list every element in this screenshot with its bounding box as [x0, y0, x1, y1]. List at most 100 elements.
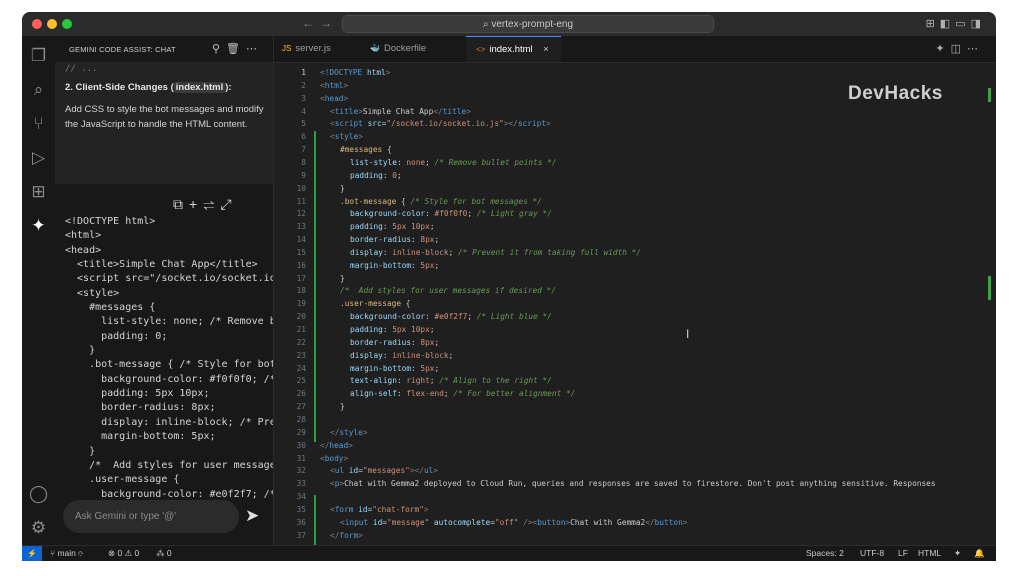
code-line[interactable]: /* Add styles for user messages if desir… — [340, 286, 556, 295]
code-line[interactable]: <p>Chat with Gemma2 deployed to Cloud Ru… — [330, 479, 936, 488]
code-line[interactable]: <style> — [330, 132, 363, 141]
forward-arrow-icon[interactable]: → — [320, 16, 332, 30]
html-file-icon: <> — [476, 45, 486, 54]
code-line[interactable]: <form id="chat-form"> — [330, 505, 429, 514]
code-line[interactable]: display: inline-block; /* Prevent it fro… — [350, 248, 641, 257]
command-center-search[interactable]: ⌕ vertex-prompt-eng — [342, 15, 714, 33]
code-line[interactable]: </style> — [330, 428, 368, 437]
code-line[interactable]: padding: 5px 10px; — [350, 222, 435, 231]
code-line[interactable]: display: inline-block; — [350, 351, 453, 360]
code-line[interactable]: margin-bottom: 5px; — [350, 364, 439, 373]
code-line[interactable]: list-style: none; /* Remove bullet point… — [350, 158, 557, 167]
chat-input[interactable]: Ask Gemini or type '@' — [63, 500, 239, 533]
code-line[interactable]: } — [340, 274, 345, 283]
code-line[interactable]: background-color: #f0f0f0; /* Light gray… — [350, 209, 552, 218]
code-line[interactable]: .user-message { — [340, 299, 410, 308]
scrollbar-marker — [988, 276, 991, 300]
chat-code-line: <script src="/socket.io/socket.io — [65, 273, 274, 285]
line-number: 32 — [296, 466, 306, 476]
code-line[interactable]: .bot-message { /* Style for bot messages… — [340, 197, 542, 206]
copy-icon[interactable]: ⧉ — [173, 196, 189, 212]
notifications-icon[interactable]: 🔔 — [974, 548, 985, 559]
insert-icon[interactable]: + — [189, 196, 203, 212]
back-arrow-icon[interactable]: ← — [302, 16, 314, 30]
remote-indicator-icon[interactable]: ⚡ — [22, 546, 42, 561]
maximize-window-button[interactable] — [62, 19, 72, 29]
code-line[interactable]: <body> — [320, 454, 348, 463]
line-number: 20 — [296, 312, 306, 322]
code-line[interactable]: <title>Simple Chat App</title> — [330, 107, 471, 116]
previous-code-fragment: // ... — [65, 64, 98, 74]
chat-code-line: list-style: none; /* Remove b — [65, 316, 274, 328]
code-line[interactable]: text-align: right; /* Align to the right… — [350, 376, 552, 385]
status-bar: ⚡ ⑂ main ⟳ ⊗ 0 ⚠ 0 ⁂ 0 Spaces: 2 UTF-8 L… — [22, 545, 996, 561]
indentation-status[interactable]: Spaces: 2 — [806, 548, 844, 558]
code-line[interactable]: border-radius: 8px; — [350, 338, 439, 347]
chat-code-line: } — [65, 345, 96, 357]
code-line[interactable]: padding: 0; — [350, 171, 402, 180]
file-highlight: index.html — [173, 82, 226, 93]
line-number: 25 — [296, 376, 306, 386]
chat-header: GEMINI CODE ASSIST: CHAT ⚲🗑⋯ — [55, 36, 273, 62]
line-number: 22 — [296, 337, 306, 347]
line-number: 1 — [301, 68, 306, 77]
ports-status[interactable]: ⁂ 0 — [156, 548, 172, 559]
js-file-icon: JS — [282, 44, 292, 53]
code-line[interactable]: </form> — [330, 531, 363, 540]
close-window-button[interactable] — [32, 19, 42, 29]
line-number: 26 — [296, 389, 306, 399]
code-line[interactable]: </head> — [320, 441, 353, 450]
code-line[interactable]: padding: 5px 10px; — [350, 325, 435, 334]
chat-code-line: margin-bottom: 5px; — [65, 431, 216, 443]
account-icon[interactable]: ◯ — [22, 484, 55, 504]
code-line[interactable]: align-self: flex-end; /* For better alig… — [350, 389, 575, 398]
line-number: 10 — [296, 183, 306, 193]
code-line[interactable]: background-color: #e0f2f7; /* Light blue… — [350, 312, 552, 321]
source-control-icon[interactable]: ⑂ — [22, 114, 55, 134]
problems-status[interactable]: ⊗ 0 ⚠ 0 — [108, 548, 139, 559]
line-number: 21 — [296, 325, 306, 334]
line-number: 23 — [296, 350, 306, 360]
code-line[interactable]: <!DOCTYPE html> — [320, 68, 390, 77]
code-line[interactable]: margin-bottom: 5px; — [350, 261, 439, 270]
tab-dockerfile[interactable]: 🐳 Dockerfile — [370, 36, 452, 62]
extensions-icon[interactable]: ⊞ — [22, 182, 55, 202]
chat-code-line: <html> — [65, 230, 102, 242]
expand-icon[interactable]: ⤢ — [220, 196, 237, 212]
code-line[interactable]: <ul id="messages"></ul> — [330, 466, 438, 475]
settings-gear-icon[interactable]: ⚙ — [22, 518, 55, 538]
git-added-indicator — [314, 495, 316, 546]
gemini-status-icon[interactable]: ✦ — [954, 548, 961, 559]
close-tab-icon[interactable]: × — [543, 44, 549, 55]
code-line[interactable]: #messages { — [340, 145, 392, 154]
line-number: 11 — [296, 196, 306, 206]
search-text: vertex-prompt-eng — [491, 19, 574, 30]
chat-code-line: } — [65, 445, 96, 457]
branch-status[interactable]: ⑂ main ⟳ — [50, 548, 83, 558]
send-icon[interactable]: ➤ — [245, 506, 259, 526]
code-line[interactable]: <html> — [320, 81, 348, 90]
layout-controls[interactable]: ⊞◧▭◨ — [926, 17, 986, 30]
code-line[interactable]: <input id="message" autocomplete="off" /… — [340, 518, 687, 527]
code-line[interactable]: <head> — [320, 94, 348, 103]
editor-actions[interactable]: ✦◫⋯ — [935, 42, 984, 55]
tab-index-html[interactable]: <> index.html × — [466, 36, 561, 62]
code-line[interactable]: } — [340, 184, 345, 193]
explorer-icon[interactable]: ❐ — [22, 46, 55, 66]
code-line[interactable]: <script src="/socket.io/socket.io.js"></… — [330, 119, 551, 128]
code-editor[interactable]: 1 2 3 4 5 6 7 8 9 10 11 12 13 14 15 16 17 18 19 20 21 22 23 24 2… — [274, 63, 996, 546]
diff-icon[interactable]: ⇌ — [203, 196, 220, 212]
gemini-icon[interactable]: ✦ — [22, 216, 55, 236]
eol-status[interactable]: LF — [898, 548, 908, 558]
tab-server-js[interactable]: JS server.js — [282, 36, 360, 62]
code-line[interactable]: } — [340, 402, 345, 411]
minimize-window-button[interactable] — [47, 19, 57, 29]
search-view-icon[interactable]: ⌕ — [22, 80, 55, 100]
encoding-status[interactable]: UTF-8 — [860, 548, 884, 558]
language-status[interactable]: HTML — [918, 548, 941, 558]
line-number: 36 — [296, 517, 306, 527]
title-bar: ← → ⌕ vertex-prompt-eng ⊞◧▭◨ — [22, 12, 996, 36]
run-debug-icon[interactable]: ▷ — [22, 148, 55, 168]
code-line[interactable]: border-radius: 8px; — [350, 235, 439, 244]
chat-header-actions[interactable]: ⚲🗑⋯ — [212, 42, 263, 55]
